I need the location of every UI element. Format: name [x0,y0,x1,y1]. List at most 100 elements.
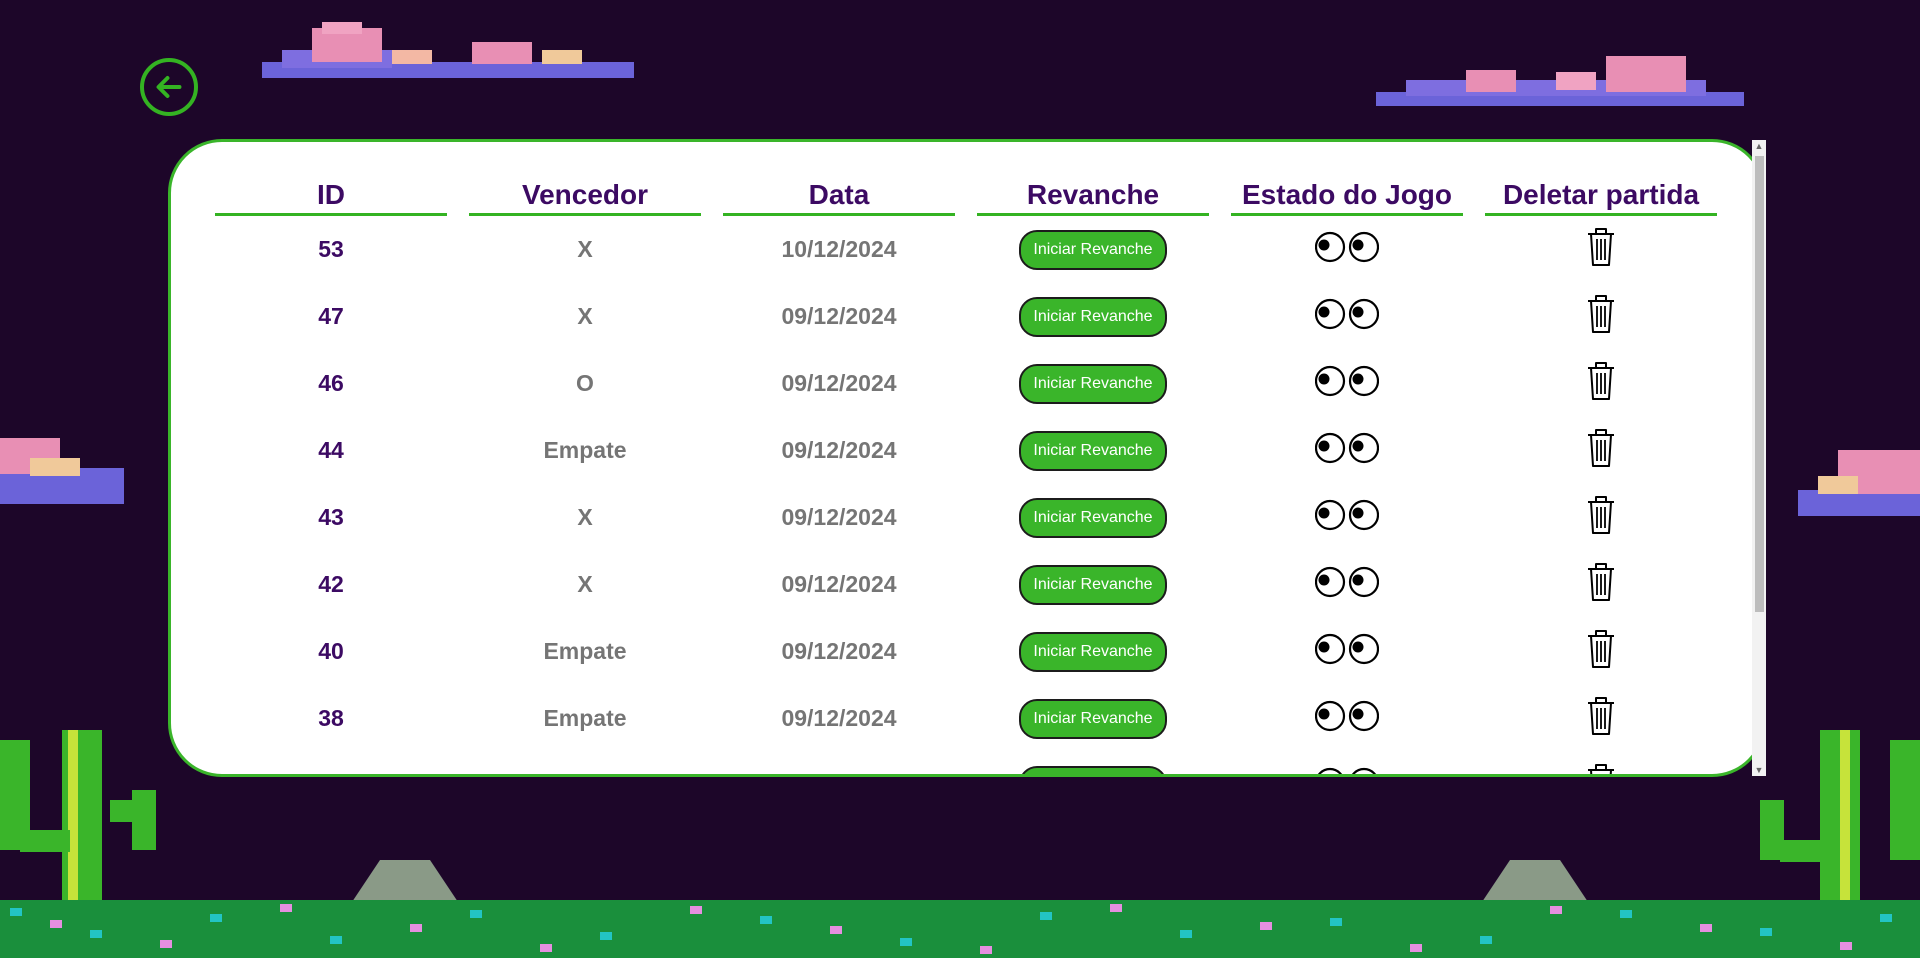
table-header-row: ID Vencedor Data Revanche Estado do Jogo… [215,174,1717,216]
trash-icon[interactable] [1586,361,1616,407]
match-id: 46 [318,370,344,396]
match-winner: O [576,370,594,396]
rematch-button[interactable]: Iniciar Revanche [1019,363,1167,404]
match-id: 47 [318,303,344,329]
match-id: 40 [318,638,344,664]
match-winner: Empate [543,705,627,731]
eyes-icon[interactable] [1315,767,1379,774]
game-state-cell [1231,685,1463,752]
rematch-cell: Iniciar Revanche [977,618,1209,685]
header-delete: Deletar partida [1485,174,1717,216]
rematch-button[interactable]: Iniciar Revanche [1019,765,1167,774]
rematch-button[interactable]: Iniciar Revanche [1019,296,1167,337]
trash-icon[interactable] [1586,428,1616,474]
rematch-cell: Iniciar Revanche [977,216,1209,283]
trash-icon[interactable] [1586,294,1616,340]
eyes-icon[interactable] [1314,231,1380,269]
match-id: 38 [318,705,344,731]
rematch-button[interactable]: Iniciar Revanche [1019,229,1167,270]
eyes-icon[interactable] [1314,298,1380,336]
table-row: 36 X 09/12/2024 Iniciar Revanche [215,752,1717,774]
rematch-cell: Iniciar Revanche [977,484,1209,551]
game-state-cell [1231,484,1463,551]
eyes-icon[interactable] [1314,499,1380,537]
scroll-thumb[interactable] [1755,156,1764,612]
game-state-cell [1231,283,1463,350]
trash-icon[interactable] [1586,629,1616,675]
rematch-button[interactable]: Iniciar Revanche [1019,631,1167,672]
match-date: 09/12/2024 [781,437,897,463]
header-rematch: Revanche [977,174,1209,216]
match-date: 09/12/2024 [781,705,897,731]
game-state-cell [1231,216,1463,283]
game-state-cell [1231,618,1463,685]
table-scroll-area[interactable]: ID Vencedor Data Revanche Estado do Jogo… [171,142,1763,774]
match-winner: Empate [543,638,627,664]
rematch-button[interactable]: Iniciar Revanche [1019,497,1167,538]
match-winner: X [469,752,701,774]
match-date: 09/12/2024 [723,752,955,774]
table-row: 46 O 09/12/2024 Iniciar Revanche [215,350,1717,417]
table-row: 43 X 09/12/2024 Iniciar Revanche [215,484,1717,551]
cloud-decoration [1798,450,1920,516]
rematch-button[interactable]: Iniciar Revanche [1019,564,1167,605]
eyes-icon[interactable] [1314,633,1380,671]
match-date: 09/12/2024 [781,370,897,396]
cloud-decoration [0,438,124,504]
match-winner: Empate [543,437,627,463]
cactus-decoration [0,730,156,920]
header-winner: Vencedor [469,174,701,216]
match-winner: X [577,236,593,262]
trash-icon[interactable] [1586,562,1616,608]
match-winner: X [577,571,593,597]
match-id: 43 [318,504,344,530]
match-id: 36 [215,752,447,774]
rematch-cell: Iniciar Revanche [977,283,1209,350]
match-date: 10/12/2024 [781,236,897,262]
game-state-cell [1231,350,1463,417]
delete-cell [1485,618,1717,685]
delete-cell [1485,350,1717,417]
eyes-icon[interactable] [1314,365,1380,403]
header-id: ID [215,174,447,216]
trash-icon[interactable] [1586,495,1616,541]
delete-cell [1485,283,1717,350]
match-history-panel: ID Vencedor Data Revanche Estado do Jogo… [168,139,1766,777]
delete-cell [1485,752,1717,774]
game-state-cell [1231,752,1463,774]
table-row: 44 Empate 09/12/2024 Iniciar Revanche [215,417,1717,484]
table-row: 42 X 09/12/2024 Iniciar Revanche [215,551,1717,618]
match-winner: X [577,504,593,530]
scroll-up-arrow[interactable]: ▲ [1754,141,1764,151]
arrow-left-icon [156,76,182,98]
back-button[interactable] [140,58,198,116]
match-date: 09/12/2024 [781,571,897,597]
rematch-button[interactable]: Iniciar Revanche [1019,698,1167,739]
match-id: 53 [318,236,344,262]
match-id: 44 [318,437,344,463]
eyes-icon[interactable] [1314,700,1380,738]
delete-cell [1485,685,1717,752]
rematch-cell: Iniciar Revanche [977,685,1209,752]
cloud-decoration [1376,56,1744,106]
trash-icon[interactable] [1586,696,1616,742]
delete-cell [1485,484,1717,551]
scroll-down-arrow[interactable]: ▼ [1754,765,1764,775]
scrollbar[interactable]: ▲ ▼ [1752,140,1766,776]
match-id: 42 [318,571,344,597]
cloud-decoration [262,22,634,78]
table-row: 47 X 09/12/2024 Iniciar Revanche [215,283,1717,350]
eyes-icon[interactable] [1314,432,1380,470]
table-row: 53 X 10/12/2024 Iniciar Revanche [215,216,1717,283]
eyes-icon[interactable] [1314,566,1380,604]
match-date: 09/12/2024 [781,504,897,530]
header-game-state: Estado do Jogo [1231,174,1463,216]
rematch-cell: Iniciar Revanche [977,417,1209,484]
match-winner: X [577,303,593,329]
trash-icon[interactable] [1586,227,1616,273]
ground-decoration [0,900,1920,958]
rematch-button[interactable]: Iniciar Revanche [1019,430,1167,471]
delete-cell [1485,216,1717,283]
trash-icon[interactable] [1586,763,1616,774]
table-row: 40 Empate 09/12/2024 Iniciar Revanche [215,618,1717,685]
